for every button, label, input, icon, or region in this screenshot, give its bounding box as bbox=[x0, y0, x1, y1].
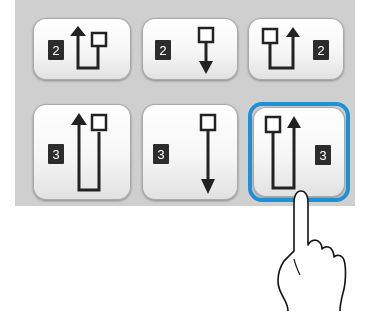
option-button-3[interactable]: 2 bbox=[248, 18, 344, 80]
box-arrow-down-icon bbox=[197, 26, 215, 74]
pointing-hand-icon bbox=[277, 190, 347, 311]
arrow-up-into-box-icon bbox=[70, 26, 108, 70]
option-button-2[interactable]: 2 bbox=[142, 18, 238, 80]
option-button-1[interactable]: 2 bbox=[33, 18, 131, 80]
option-button-4[interactable]: 3 bbox=[33, 104, 131, 200]
box-arrow-up-icon bbox=[261, 27, 300, 70]
box-arrow-down-long-icon bbox=[199, 113, 217, 194]
button-panel: 2 2 2 3 3 3 bbox=[15, 0, 355, 206]
option-button-5[interactable]: 3 bbox=[142, 104, 238, 200]
arrow-up-into-box-long-icon bbox=[71, 113, 108, 192]
